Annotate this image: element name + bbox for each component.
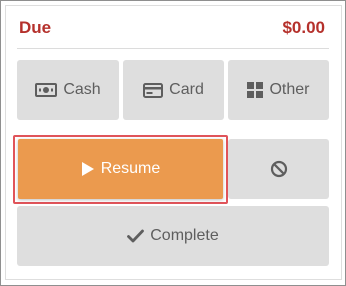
due-label: Due (19, 18, 52, 37)
credit-card-icon (143, 82, 164, 98)
cash-icon (35, 83, 58, 97)
other-label: Other (269, 81, 310, 98)
resume-label: Resume (100, 160, 161, 177)
window-frame: Due $0.00 Cash Card Other Resume Complet… (0, 0, 346, 286)
cash-label: Cash (63, 81, 101, 98)
due-amount: $0.00 (282, 18, 325, 37)
card-button[interactable]: Card (123, 60, 224, 120)
due-row: Due $0.00 (19, 17, 325, 39)
divider (17, 48, 329, 49)
play-icon (81, 161, 95, 177)
checkmark-icon (127, 229, 145, 243)
resume-button[interactable]: Resume (18, 139, 223, 199)
complete-button[interactable]: Complete (17, 206, 329, 266)
complete-label: Complete (150, 227, 219, 244)
cash-button[interactable]: Cash (17, 60, 119, 120)
other-button[interactable]: Other (228, 60, 329, 120)
card-label: Card (169, 81, 204, 98)
cancel-button[interactable] (228, 139, 329, 199)
grid-icon (247, 82, 264, 98)
ban-icon (270, 160, 288, 178)
